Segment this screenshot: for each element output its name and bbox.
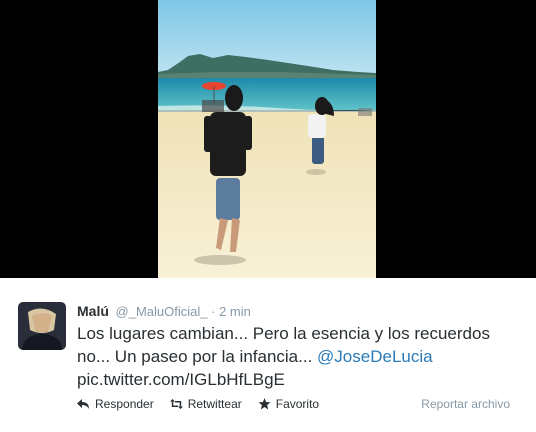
pic-link[interactable]: pic.twitter.com/IGLbHfLBgE — [77, 370, 285, 389]
reply-button[interactable]: Responder — [77, 397, 154, 411]
reply-label: Responder — [95, 397, 154, 411]
avatar[interactable] — [18, 302, 66, 350]
retweet-icon — [169, 399, 183, 409]
reply-arrow-icon — [77, 399, 89, 409]
author-handle[interactable]: @_MaluOficial_ — [116, 304, 208, 319]
beach-photo[interactable] — [158, 0, 376, 278]
favorite-label: Favorito — [275, 397, 320, 411]
author-name[interactable]: Malú — [77, 303, 109, 319]
retweet-label: Retwittear — [187, 397, 242, 411]
tweet-actions: Responder Retwittear Favorito — [77, 397, 335, 411]
media-viewer — [0, 0, 536, 278]
star-icon — [258, 398, 271, 410]
tweet-header: Malú @_MaluOficial_ · 2 min — [77, 303, 251, 319]
header-separator: · — [211, 304, 216, 319]
tweet-text: Los lugares cambian... Pero la esencia y… — [77, 322, 517, 391]
favorite-button[interactable]: Favorito — [258, 397, 319, 411]
mention-link[interactable]: @JoseDeLucia — [317, 347, 433, 366]
tweet-card: Malú @_MaluOficial_ · 2 min Los lugares … — [0, 278, 536, 432]
tweet-timestamp[interactable]: 2 min — [219, 304, 251, 319]
report-media-link[interactable]: Reportar archivo — [421, 397, 510, 411]
retweet-button[interactable]: Retwittear — [169, 397, 242, 411]
